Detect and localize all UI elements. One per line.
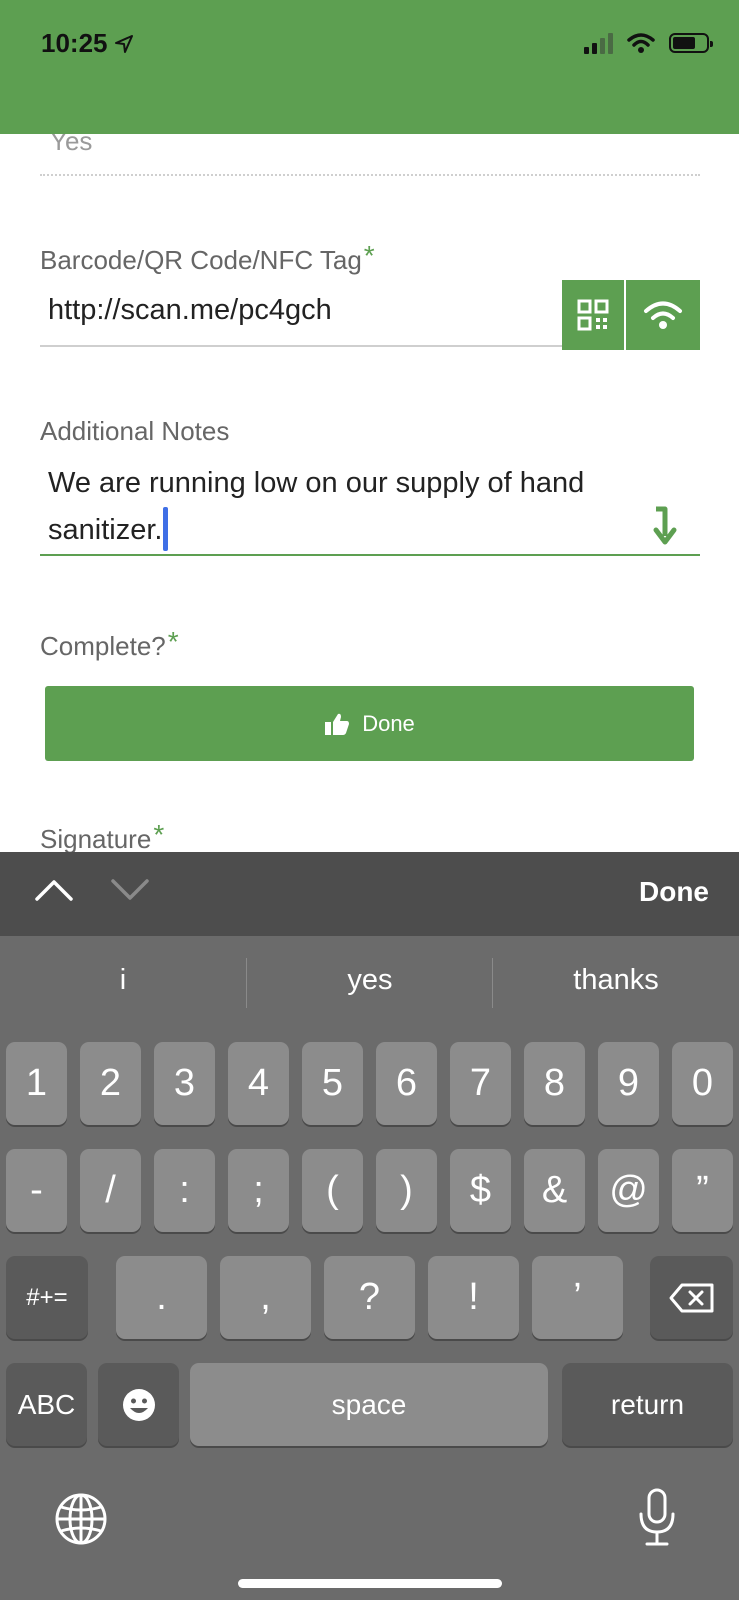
suggestion-bar: i yes thanks (0, 936, 739, 1024)
key-7[interactable]: 7 (450, 1042, 511, 1125)
space-key[interactable]: space (190, 1363, 548, 1446)
key-dollar[interactable]: $ (450, 1149, 511, 1232)
nfc-scan-button[interactable] (626, 280, 700, 350)
suggestion-item[interactable]: thanks (493, 936, 739, 1024)
key-8[interactable]: 8 (524, 1042, 585, 1125)
location-arrow-icon (114, 34, 133, 53)
barcode-input[interactable]: http://scan.me/pc4gch (48, 294, 332, 327)
key-9[interactable]: 9 (598, 1042, 659, 1125)
previous-field-divider (40, 174, 700, 176)
chevron-up-icon[interactable] (34, 878, 74, 902)
status-bar: 10:25 (0, 0, 739, 134)
previous-field-value: Yes (50, 134, 93, 156)
signal-icon (584, 32, 613, 54)
key-question[interactable]: ? (324, 1256, 415, 1339)
keyboard: i yes thanks 1 2 3 4 5 6 7 8 9 0 - / : ;… (0, 936, 739, 1600)
suggestion-item[interactable]: yes (247, 936, 493, 1024)
signature-label-text: Signature (40, 824, 152, 852)
expand-down-icon[interactable] (653, 506, 677, 546)
globe-icon[interactable] (54, 1492, 108, 1546)
key-close-paren[interactable]: ) (376, 1149, 437, 1232)
signature-label: Signature* (40, 819, 164, 852)
thumbs-up-icon (325, 713, 350, 735)
key-6[interactable]: 6 (376, 1042, 437, 1125)
complete-label: Complete?* (40, 626, 179, 662)
backspace-icon (669, 1283, 713, 1312)
notes-text: We are running low on our supply of hand… (48, 467, 585, 546)
key-comma[interactable]: , (220, 1256, 311, 1339)
complete-done-button[interactable]: Done (45, 686, 694, 761)
key-4[interactable]: 4 (228, 1042, 289, 1125)
done-button-label: Done (362, 710, 415, 736)
status-icons (584, 32, 713, 54)
key-quote[interactable]: ” (672, 1149, 733, 1232)
text-caret (163, 507, 169, 551)
backspace-key[interactable] (650, 1256, 733, 1339)
key-exclamation[interactable]: ! (428, 1256, 519, 1339)
microphone-icon[interactable] (637, 1488, 677, 1548)
key-3[interactable]: 3 (154, 1042, 215, 1125)
key-apostrophe[interactable]: ’ (532, 1256, 623, 1339)
key-5[interactable]: 5 (302, 1042, 363, 1125)
barcode-label: Barcode/QR Code/NFC Tag* (40, 240, 375, 276)
key-slash[interactable]: / (80, 1149, 141, 1232)
key-at[interactable]: @ (598, 1149, 659, 1232)
key-period[interactable]: . (116, 1256, 207, 1339)
key-semicolon[interactable]: ; (228, 1149, 289, 1232)
nfc-icon (644, 301, 682, 329)
time-text: 10:25 (41, 28, 108, 58)
key-2[interactable]: 2 (80, 1042, 141, 1125)
qr-code-icon (577, 299, 609, 331)
notes-label: Additional Notes (40, 416, 230, 446)
return-key[interactable]: return (562, 1363, 733, 1446)
required-marker: * (153, 819, 165, 850)
battery-icon (669, 33, 713, 53)
complete-label-text: Complete? (40, 631, 166, 661)
emoji-key[interactable] (98, 1363, 179, 1446)
keyboard-accessory-bar: Done (0, 852, 739, 936)
keyboard-done-button[interactable]: Done (639, 876, 709, 908)
emoji-icon (122, 1388, 155, 1421)
qr-scan-button[interactable] (562, 280, 624, 350)
home-indicator[interactable] (238, 1579, 502, 1588)
key-open-paren[interactable]: ( (302, 1149, 363, 1232)
suggestion-item[interactable]: i (0, 936, 246, 1024)
barcode-input-underline (40, 345, 562, 347)
form-area: Yes Barcode/QR Code/NFC Tag* http://scan… (0, 134, 739, 852)
wifi-icon (627, 33, 655, 53)
notes-textarea[interactable]: We are running low on our supply of hand… (48, 460, 648, 554)
key-0[interactable]: 0 (672, 1042, 733, 1125)
status-time: 10:25 (41, 28, 134, 59)
notes-underline (40, 554, 700, 556)
key-1[interactable]: 1 (6, 1042, 67, 1125)
required-marker: * (363, 240, 375, 271)
key-abc[interactable]: ABC (6, 1363, 87, 1446)
required-marker: * (167, 626, 179, 657)
key-symbols-toggle[interactable]: #+= (6, 1256, 88, 1339)
barcode-label-text: Barcode/QR Code/NFC Tag (40, 245, 362, 275)
key-hyphen[interactable]: - (6, 1149, 67, 1232)
chevron-down-icon[interactable] (110, 878, 150, 902)
key-ampersand[interactable]: & (524, 1149, 585, 1232)
key-colon[interactable]: : (154, 1149, 215, 1232)
